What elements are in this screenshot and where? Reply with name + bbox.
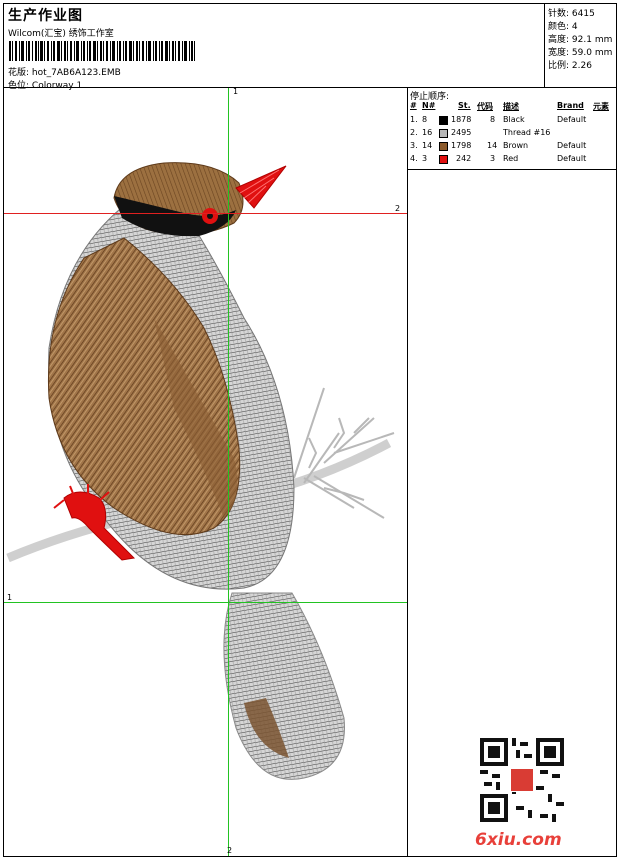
row-stitches: 2495 <box>451 128 472 137</box>
embroidery-canvas: 1 2 2 1 <box>4 88 408 856</box>
row-code: 3 <box>490 154 496 163</box>
row-desc: Thread #16 <box>503 128 551 137</box>
stop-sequence-row: 3. 14 1798 14 Brown Default <box>408 141 617 154</box>
ratio-value: 2.26 <box>571 61 592 71</box>
row-index: 3. <box>410 141 418 150</box>
width-row: 宽度: 59.0 mm <box>548 45 612 58</box>
row-needle: 16 <box>422 128 433 137</box>
row-code: 14 <box>487 141 498 150</box>
studio-name: Wilcom(汇宝) 绣饰工作室 <box>8 29 114 39</box>
row-index: 4. <box>410 154 418 163</box>
guide-line-vertical <box>228 88 229 856</box>
col-brand-header: Brand <box>557 101 584 110</box>
col-stitches-header: St. <box>458 101 471 110</box>
row-brand: Default <box>557 115 587 124</box>
row-brand: Default <box>557 141 587 150</box>
row-desc: Brown <box>503 141 529 150</box>
guide-line-horizontal-red <box>4 213 407 214</box>
height-label: 高度: <box>548 35 570 45</box>
guide-label-h2-left: 1 <box>7 593 13 602</box>
col-code-header: 代码 <box>477 102 493 111</box>
thread-color-swatch <box>439 129 448 138</box>
header-panel: 生产作业图 Wilcom(汇宝) 绣饰工作室 花版: hot_7AB6A123.… <box>4 4 545 91</box>
col-element-header: 元素 <box>593 102 609 111</box>
row-needle: 14 <box>422 141 433 150</box>
col-needle-header: N# <box>422 101 436 110</box>
row-stitches: 1798 <box>451 141 472 150</box>
row-index: 1. <box>410 115 418 124</box>
width-value: 59.0 mm <box>571 48 613 58</box>
thread-color-swatch <box>439 142 448 151</box>
stop-sequence-row: 4. 3 242 3 Red Default <box>408 154 617 167</box>
stop-sequence-header: # N# St. 代码 描述 Brand 元素 <box>408 101 617 114</box>
height-row: 高度: 92.1 mm <box>548 32 612 45</box>
guide-line-horizontal-green <box>4 602 407 603</box>
color-count-label: 颜色: <box>548 22 570 32</box>
stitch-count-label: 针数: <box>548 9 570 19</box>
design-name-row: 花版: hot_7AB6A123.EMB <box>8 65 121 78</box>
color-count-value: 4 <box>571 22 578 32</box>
guide-label-v-bottom: 2 <box>227 846 233 855</box>
color-count-row: 颜色: 4 <box>548 19 578 32</box>
row-desc: Black <box>503 115 525 124</box>
row-index: 2. <box>410 128 418 137</box>
thread-color-swatch <box>439 116 448 125</box>
guide-label-v-top: 1 <box>233 88 239 96</box>
design-name: hot_7AB6A123.EMB <box>31 68 121 78</box>
stitch-count-value: 6415 <box>571 9 595 19</box>
thread-color-swatch <box>439 155 448 164</box>
design-info-panel: 针数: 6415 颜色: 4 高度: 92.1 mm 宽度: 59.0 mm 比… <box>545 4 617 88</box>
stop-sequence-row: 2. 16 2495 Thread #16 <box>408 128 617 141</box>
row-code: 8 <box>490 115 496 124</box>
barcode-image <box>9 41 195 61</box>
row-desc: Red <box>503 154 519 163</box>
ratio-label: 比例: <box>548 61 570 71</box>
stitch-count-row: 针数: 6415 <box>548 6 595 19</box>
row-stitches: 1878 <box>451 115 472 124</box>
row-needle: 3 <box>422 154 428 163</box>
stop-sequence-panel: 停止顺序: # N# St. 代码 描述 Brand 元素 1. 8 1878 … <box>408 88 617 170</box>
seal-stamp-icon <box>510 768 534 792</box>
site-logo: 6xiu.com <box>475 830 562 850</box>
ratio-row: 比例: 2.26 <box>548 58 592 71</box>
height-value: 92.1 mm <box>571 35 613 45</box>
stop-sequence-row: 1. 8 1878 8 Black Default <box>408 115 617 128</box>
guide-label-h1-right: 2 <box>395 204 401 213</box>
width-label: 宽度: <box>548 48 570 58</box>
row-brand: Default <box>557 154 587 163</box>
bird-embroidery-image <box>6 162 395 780</box>
page-title: 生产作业图 <box>8 8 83 24</box>
col-desc-header: 描述 <box>503 102 519 111</box>
design-label: 花版: <box>8 68 30 78</box>
col-index-header: # <box>410 101 417 110</box>
row-needle: 8 <box>422 115 428 124</box>
row-stitches: 242 <box>456 154 472 163</box>
